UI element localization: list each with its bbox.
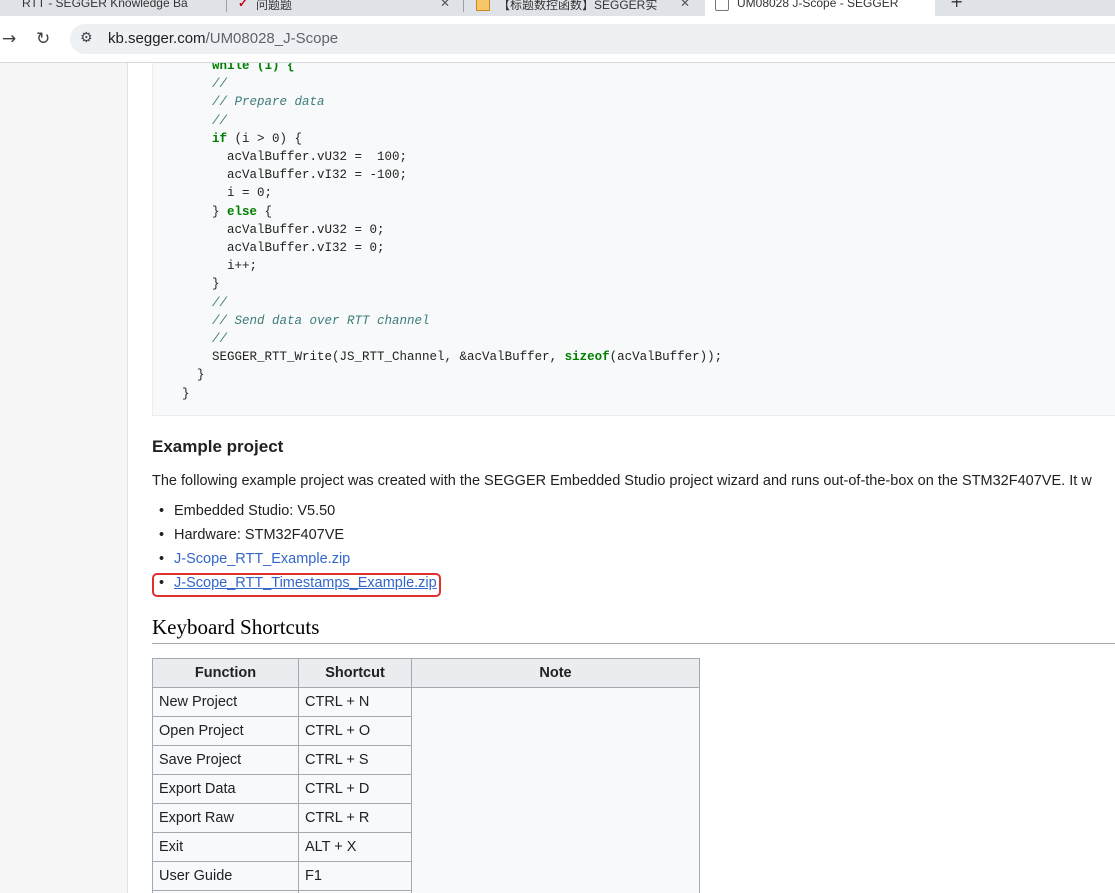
tab-strip: RTT - SEGGER Knowledge Ba ✓ 问题题 ✕ 【标题数控函…: [0, 0, 1115, 16]
close-tab-icon[interactable]: ✕: [440, 0, 450, 10]
function-cell: User Guide: [152, 861, 299, 891]
tab-rtt-knowledge-base[interactable]: RTT - SEGGER Knowledge Ba: [0, 0, 225, 16]
function-cell: Exit: [152, 832, 299, 862]
url-path: /UM08028_J-Scope: [205, 30, 339, 47]
shortcut-cell: CTRL + D: [298, 774, 412, 804]
list-item-text: Embedded Studio: V5.50: [174, 503, 336, 519]
tab-title: RTT - SEGGER Knowledge Ba: [22, 0, 188, 10]
code-line: i++;: [227, 259, 258, 274]
reload-icon[interactable]: ↻: [36, 29, 50, 49]
heading-divider: [152, 643, 1115, 644]
code-text: while (1) { // // Prepare data // if (i …: [167, 63, 722, 403]
code-line: acValBuffer.vI32 = -100;: [227, 168, 408, 183]
code-line: i = 0;: [227, 186, 273, 201]
code-comment: //: [212, 113, 228, 128]
rtt-example-zip-link[interactable]: J-Scope_RTT_Example.zip: [174, 551, 350, 567]
shortcut-cell: F1: [298, 861, 412, 891]
code-comment: //: [212, 77, 228, 92]
tab-title: 【标题数控函数】SEGGER实: [498, 0, 658, 12]
bullet: •: [159, 527, 165, 543]
shortcut-cell: CTRL + S: [298, 745, 412, 775]
column-header-shortcut: Shortcut: [298, 658, 412, 688]
article-content: while (1) { // // Prepare data // if (i …: [128, 63, 1115, 893]
tab-title: 问题题: [256, 0, 293, 12]
code-line: SEGGER_RTT_Write(JS_RTT_Channel, &acValB…: [212, 350, 723, 365]
url-text[interactable]: kb.segger.com/UM08028_J-Scope: [108, 30, 338, 47]
shortcuts-table: Function Shortcut Note New Project CTRL …: [152, 658, 700, 893]
left-sidebar: [0, 63, 128, 893]
bullet: •: [159, 551, 165, 567]
code-line: }: [197, 368, 205, 383]
example-description: The following example project was create…: [152, 473, 1092, 489]
omnibox[interactable]: ⚙ kb.segger.com/UM08028_J-Scope: [70, 24, 1115, 54]
note-cell: [411, 687, 700, 893]
column-header-function: Function: [152, 658, 299, 688]
tab-separator: [463, 0, 464, 12]
code-comment: //: [212, 295, 228, 310]
code-line: if (i > 0) {: [212, 131, 303, 146]
list-item-text: Hardware: STM32F407VE: [174, 527, 345, 543]
favicon-icon: [476, 0, 490, 11]
code-line: }: [182, 386, 190, 401]
address-toolbar: → ↻ ⚙ kb.segger.com/UM08028_J-Scope: [0, 16, 1115, 63]
code-line: acValBuffer.vU32 = 100;: [227, 150, 408, 165]
list-item: • Embedded Studio: V5.50: [152, 499, 437, 523]
function-cell: Save Project: [152, 745, 299, 775]
site-info-icon[interactable]: ⚙: [80, 30, 93, 46]
function-cell: Export Data: [152, 774, 299, 804]
column-header-note: Note: [411, 658, 700, 688]
document-icon: [715, 0, 729, 11]
tab-title: UM08028 J-Scope - SEGGER: [737, 0, 899, 10]
close-tab-icon[interactable]: ✕: [680, 0, 690, 10]
bullet: •: [159, 503, 165, 519]
code-line: acValBuffer.vU32 = 0;: [227, 222, 385, 237]
shortcut-cell: CTRL + R: [298, 803, 412, 833]
list-item: • Hardware: STM32F407VE: [152, 523, 437, 547]
table-row: New Project CTRL + N: [152, 687, 700, 893]
new-tab-icon[interactable]: +: [950, 0, 963, 11]
code-comment: // Prepare data: [212, 95, 325, 110]
code-comment: // Send data over RTT channel: [212, 313, 430, 328]
url-domain: kb.segger.com: [108, 30, 206, 47]
tab-segger-article[interactable]: 【标题数控函数】SEGGER实 ✕: [466, 0, 702, 16]
shortcut-cell: CTRL + O: [298, 716, 412, 746]
code-block: while (1) { // // Prepare data // if (i …: [152, 63, 1115, 416]
shortcut-cell: CTRL + N: [298, 687, 412, 717]
code-line: }: [212, 277, 220, 292]
forward-icon[interactable]: →: [2, 29, 16, 49]
example-project-heading: Example project: [152, 437, 284, 456]
shortcut-cell: ALT + X: [298, 832, 412, 862]
tab-um08028-active[interactable]: UM08028 J-Scope - SEGGER: [705, 0, 935, 16]
site-logo-icon: ✓: [238, 0, 249, 10]
function-cell: New Project: [152, 687, 299, 717]
function-cell: Export Raw: [152, 803, 299, 833]
tab-separator: [226, 0, 227, 12]
code-line: while (1) {: [212, 63, 295, 73]
keyboard-shortcuts-heading: Keyboard Shortcuts: [152, 615, 320, 639]
code-line: acValBuffer.vI32 = 0;: [227, 241, 385, 256]
list-item: • J-Scope_RTT_Example.zip: [152, 547, 437, 571]
table-header-row: Function Shortcut Note: [152, 658, 700, 688]
tab-wenti[interactable]: ✓ 问题题 ✕: [228, 0, 460, 16]
highlight-annotation: [152, 573, 441, 597]
code-comment: //: [212, 332, 228, 347]
code-line: } else {: [212, 204, 273, 219]
function-cell: Open Project: [152, 716, 299, 746]
